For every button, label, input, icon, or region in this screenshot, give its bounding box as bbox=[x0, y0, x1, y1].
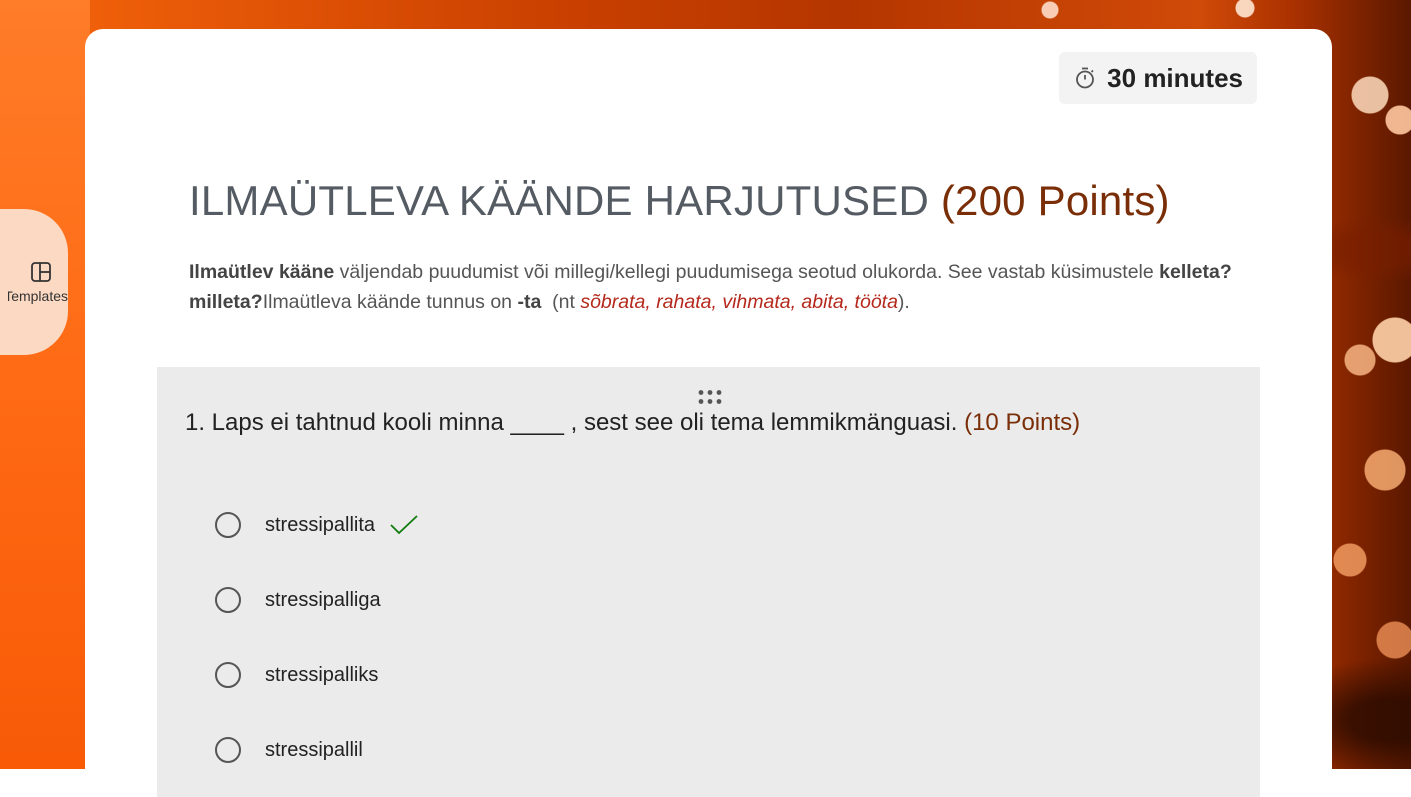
option-label: stressipallita bbox=[265, 513, 376, 536]
form-title: ILMAÜTLEVA KÄÄNDE HARJUTUSED (200 Points… bbox=[189, 177, 1170, 225]
option-stressipalliks[interactable]: stressipalliks bbox=[215, 659, 378, 691]
option-stressipalliga[interactable]: stressipalliga bbox=[215, 584, 381, 616]
question-card: 1. Laps ei tahtnud kooli minna ____ , se… bbox=[157, 367, 1260, 797]
question-text: 1. Laps ei tahtnud kooli minna ____ , se… bbox=[185, 409, 1080, 437]
checkmark-icon bbox=[390, 515, 418, 535]
radio-button[interactable] bbox=[215, 587, 241, 613]
timer-label: 30 minutes bbox=[1107, 62, 1243, 93]
question-points: (10 Points) bbox=[964, 409, 1081, 436]
desc-examples: sõbrata, rahata, vihmata, abita, tööta bbox=[580, 291, 898, 313]
option-label: stressipallil bbox=[265, 738, 363, 761]
desc-term: Ilmaütlev kääne bbox=[189, 261, 335, 283]
radio-button[interactable] bbox=[215, 512, 241, 538]
option-stressipallita[interactable]: stressipallita bbox=[215, 509, 419, 541]
radio-button[interactable] bbox=[215, 737, 241, 763]
form-total-points: (200 Points) bbox=[940, 177, 1170, 224]
desc-part1: väljendab puudumist või millegi/kellegi … bbox=[334, 261, 1160, 283]
form-description: Ilmaütlev kääne väljendab puudumist või … bbox=[189, 257, 1269, 317]
radio-button[interactable] bbox=[215, 662, 241, 688]
stopwatch-icon bbox=[1076, 67, 1095, 89]
option-label: stressipalliks bbox=[265, 663, 379, 686]
drag-handle-icon[interactable] bbox=[697, 389, 723, 405]
templates-label: Templates bbox=[8, 288, 68, 304]
templates-button[interactable]: Templates bbox=[0, 209, 68, 355]
option-label: stressipalliga bbox=[265, 588, 381, 611]
timer-badge: 30 minutes bbox=[1059, 52, 1257, 104]
templates-icon bbox=[31, 262, 51, 282]
option-stressipallil[interactable]: stressipallil bbox=[215, 734, 363, 766]
desc-marker: -ta bbox=[517, 291, 542, 313]
form-card: 30 minutes ILMAÜTLEVA KÄÄNDE HARJUTUSED … bbox=[85, 29, 1332, 797]
question-prompt: 1. Laps ei tahtnud kooli minna ____ , se… bbox=[185, 409, 965, 436]
desc-part4: ). bbox=[897, 291, 910, 313]
desc-part3: (nt bbox=[541, 291, 581, 313]
background-left bbox=[0, 0, 90, 769]
form-title-text: ILMAÜTLEVA KÄÄNDE HARJUTUSED bbox=[189, 177, 929, 224]
desc-part2: Ilmaütleva käände tunnus on bbox=[262, 291, 518, 313]
